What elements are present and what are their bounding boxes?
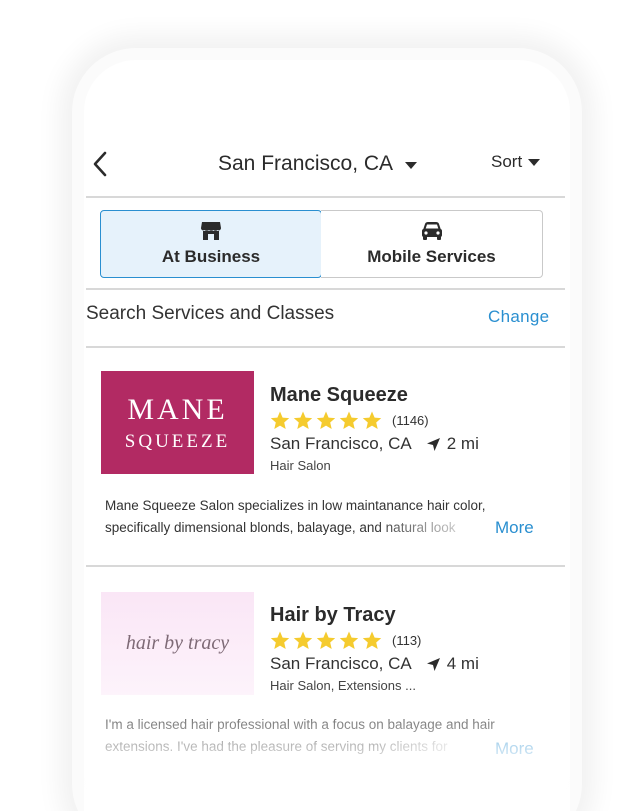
car-icon: [421, 222, 442, 240]
review-count: (1146): [392, 412, 429, 428]
back-button[interactable]: [90, 150, 112, 178]
description-line: specifically dimensional blonds, balayag…: [105, 520, 456, 535]
business-category: Hair Salon: [270, 458, 331, 473]
location-selector[interactable]: San Francisco, CA: [218, 150, 418, 178]
star-icon: [316, 411, 336, 429]
location-arrow-icon: [426, 437, 440, 451]
tabs-divider: [86, 288, 565, 290]
business-name[interactable]: Mane Squeeze: [270, 384, 408, 407]
business-description: Mane Squeeze Salon specializes in low ma…: [105, 495, 505, 539]
star-icon: [339, 631, 359, 649]
star-icon: [270, 411, 290, 429]
location-label: San Francisco, CA: [218, 152, 394, 175]
star-icon: [339, 411, 359, 429]
sort-button[interactable]: Sort: [491, 150, 541, 174]
business-city: San Francisco, CA: [270, 434, 412, 453]
description-line: I'm a licensed hair professional with a …: [105, 717, 495, 732]
review-count: (113): [392, 632, 422, 648]
star-rating: (113): [270, 630, 421, 650]
business-description: I'm a licensed hair professional with a …: [105, 714, 505, 758]
more-link[interactable]: More: [495, 518, 534, 538]
location-row: San Francisco, CA 4 mi: [270, 654, 479, 674]
business-logo[interactable]: hair by tracy: [101, 592, 254, 695]
sort-label: Sort: [491, 152, 523, 171]
search-divider: [86, 346, 565, 348]
distance: 2 mi: [446, 434, 479, 453]
caret-down-icon: [405, 162, 418, 169]
star-icon: [362, 631, 382, 649]
star-icon: [362, 411, 382, 429]
logo-text-line1: MANE: [127, 392, 228, 426]
location-row: San Francisco, CA 2 mi: [270, 434, 479, 454]
tab-at-business[interactable]: At Business: [100, 210, 322, 278]
star-icon: [293, 411, 313, 429]
chevron-left-icon: [93, 151, 107, 177]
star-rating: (1146): [270, 410, 429, 430]
tab-label: At Business: [161, 247, 261, 266]
tab-mobile-services[interactable]: Mobile Services: [321, 210, 543, 278]
star-icon: [293, 631, 313, 649]
storefront-icon: [201, 222, 221, 240]
star-icon: [316, 631, 336, 649]
description-line: Mane Squeeze Salon specializes in low ma…: [105, 498, 486, 513]
business-name[interactable]: Hair by Tracy: [270, 604, 396, 627]
logo-text-line2: SQUEEZE: [124, 430, 231, 452]
location-arrow-icon: [426, 657, 440, 671]
change-link[interactable]: Change: [488, 307, 549, 327]
distance: 4 mi: [446, 654, 479, 673]
search-services-label: Search Services and Classes: [86, 303, 335, 324]
logo-text: hair by tracy: [125, 632, 230, 654]
business-city: San Francisco, CA: [270, 654, 412, 673]
star-icon: [270, 631, 290, 649]
business-category: Hair Salon, Extensions ...: [270, 678, 416, 693]
listing-divider: [86, 565, 565, 567]
tab-label: Mobile Services: [367, 247, 496, 266]
more-link[interactable]: More: [495, 739, 534, 759]
caret-down-icon: [528, 159, 541, 166]
description-line: extensions. I've had the pleasure of ser…: [105, 739, 448, 754]
header-divider: [86, 196, 565, 198]
business-logo[interactable]: MANE SQUEEZE: [101, 371, 254, 474]
